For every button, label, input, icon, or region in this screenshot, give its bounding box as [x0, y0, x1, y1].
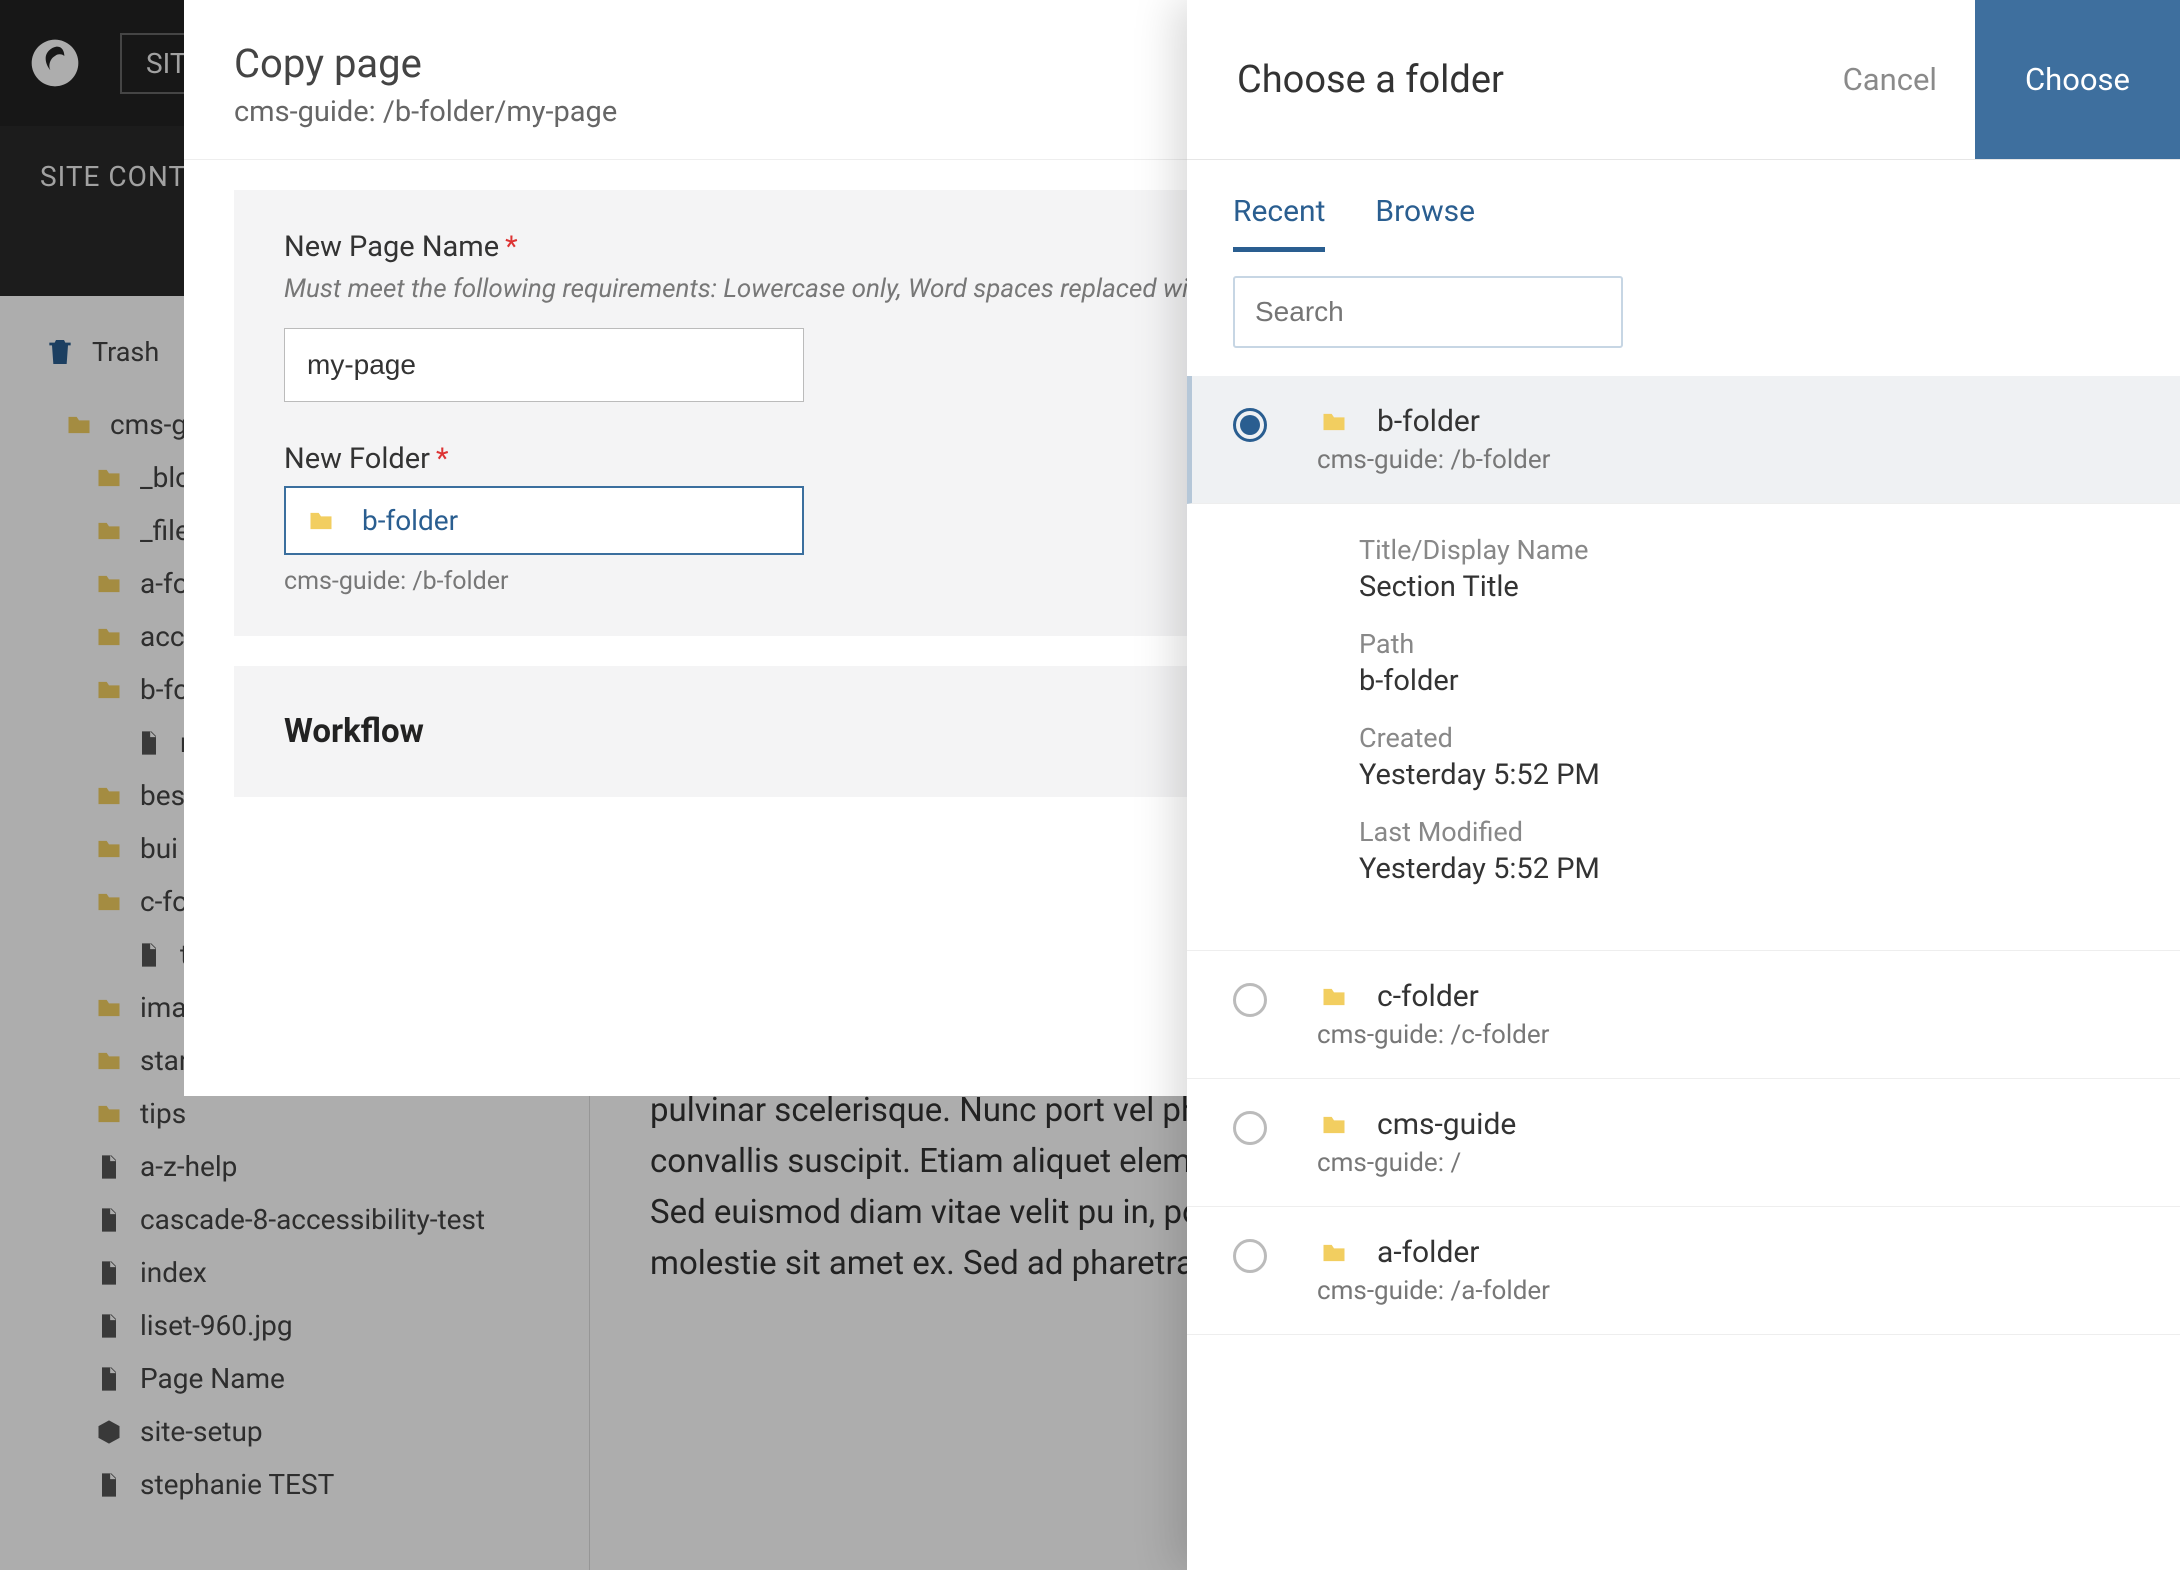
folder-icon — [1317, 408, 1351, 436]
fields-card: New Page Name* Must meet the following r… — [234, 190, 1334, 636]
tab-browse[interactable]: Browse — [1375, 194, 1475, 252]
panel-header: Choose a folder Cancel Choose — [1187, 0, 2180, 160]
new-folder-label: New Folder* — [284, 442, 1284, 476]
folder-name: cms-guide — [1377, 1107, 1516, 1142]
choose-folder-panel: Choose a folder Cancel Choose Recent Bro… — [1187, 0, 2180, 1570]
folder-path: cms-guide: / — [1317, 1148, 2150, 1178]
folder-path: cms-guide: /c-folder — [1317, 1020, 2150, 1050]
page-name-label: New Page Name* — [284, 230, 1284, 264]
detail-label: Path — [1359, 628, 2150, 660]
detail-value: Yesterday 5:52 PM — [1359, 852, 2150, 886]
folder-name: a-folder — [1377, 1235, 1479, 1270]
modal-title: Copy page — [234, 40, 1334, 87]
modal-path: cms-guide: /b-folder/my-page — [234, 95, 1334, 129]
detail-label: Last Modified — [1359, 816, 2150, 848]
folder-selector[interactable]: b-folder — [284, 486, 804, 555]
search-input[interactable] — [1233, 276, 1623, 348]
folder-name: b-folder — [1377, 404, 1480, 439]
page-name-help: Must meet the following requirements: Lo… — [284, 274, 1284, 304]
panel-title: Choose a folder — [1187, 0, 1805, 159]
folder-path: cms-guide: /b-folder — [1317, 445, 2150, 475]
page-name-input[interactable] — [284, 328, 804, 402]
folder-icon — [1317, 1111, 1351, 1139]
radio-button[interactable] — [1233, 1111, 1267, 1145]
folder-list: b-foldercms-guide: /b-folderTitle/Displa… — [1187, 376, 2180, 1570]
folder-list-item[interactable]: b-folder cms-guide: /b-folder — [1187, 376, 2180, 504]
choose-button[interactable]: Choose — [1975, 0, 2180, 159]
detail-label: Created — [1359, 722, 2150, 754]
panel-tabs: Recent Browse — [1187, 160, 2180, 252]
detail-value: Yesterday 5:52 PM — [1359, 758, 2150, 792]
workflow-title: Workflow — [284, 712, 1284, 751]
folder-path: cms-guide: /a-folder — [1317, 1276, 2150, 1306]
folder-icon — [304, 507, 338, 535]
folder-list-item[interactable]: a-folder cms-guide: /a-folder — [1187, 1207, 2180, 1335]
selected-folder-name: b-folder — [362, 504, 458, 537]
folder-icon — [1317, 983, 1351, 1011]
folder-list-item[interactable]: c-folder cms-guide: /c-folder — [1187, 951, 2180, 1079]
selected-folder-path: cms-guide: /b-folder — [284, 567, 1284, 596]
folder-details: Title/Display Name Section Title Path b-fol… — [1187, 504, 2180, 951]
folder-name: c-folder — [1377, 979, 1479, 1014]
folder-list-item[interactable]: cms-guide cms-guide: / — [1187, 1079, 2180, 1207]
detail-value: Section Title — [1359, 570, 2150, 604]
cancel-button[interactable]: Cancel — [1805, 0, 1975, 159]
radio-button[interactable] — [1233, 408, 1267, 442]
workflow-card: Workflow — [234, 666, 1334, 797]
tab-recent[interactable]: Recent — [1233, 194, 1325, 252]
detail-label: Title/Display Name — [1359, 534, 2150, 566]
radio-button[interactable] — [1233, 983, 1267, 1017]
radio-button[interactable] — [1233, 1239, 1267, 1273]
folder-icon — [1317, 1239, 1351, 1267]
detail-value: b-folder — [1359, 664, 2150, 698]
